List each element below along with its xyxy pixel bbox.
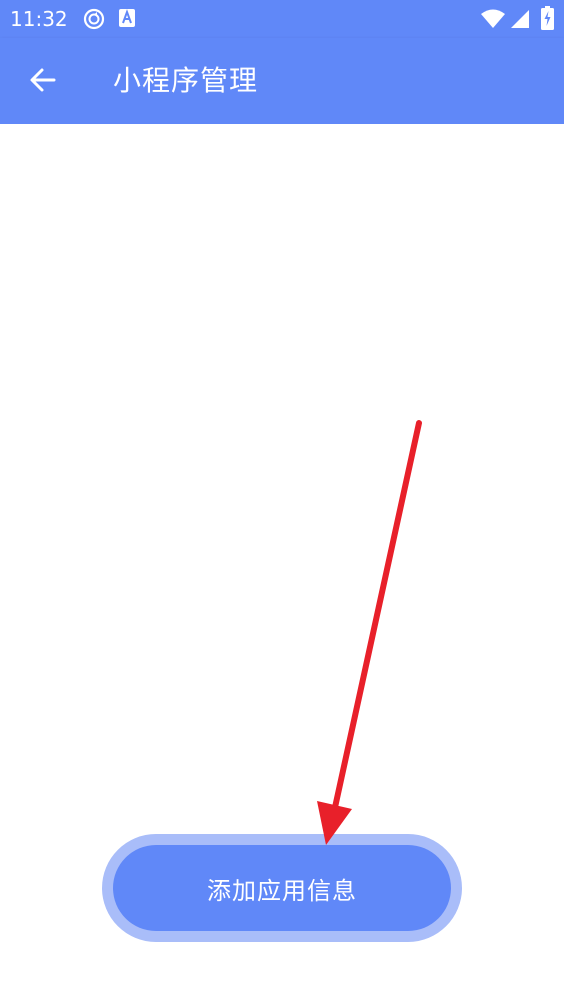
- status-time: 11:32: [10, 7, 68, 31]
- wifi-icon: [480, 9, 506, 33]
- sync-circle-icon: [83, 8, 105, 34]
- app-bar: 小程序管理: [0, 38, 564, 124]
- arrow-left-icon: [29, 66, 57, 98]
- signal-icon: [510, 9, 530, 33]
- back-button[interactable]: [20, 59, 66, 105]
- status-bar: 11:32: [0, 0, 564, 38]
- add-app-info-button[interactable]: 添加应用信息: [113, 845, 451, 931]
- page-title: 小程序管理: [113, 64, 259, 97]
- text-a-icon: [118, 8, 136, 32]
- battery-charging-icon: [541, 6, 554, 34]
